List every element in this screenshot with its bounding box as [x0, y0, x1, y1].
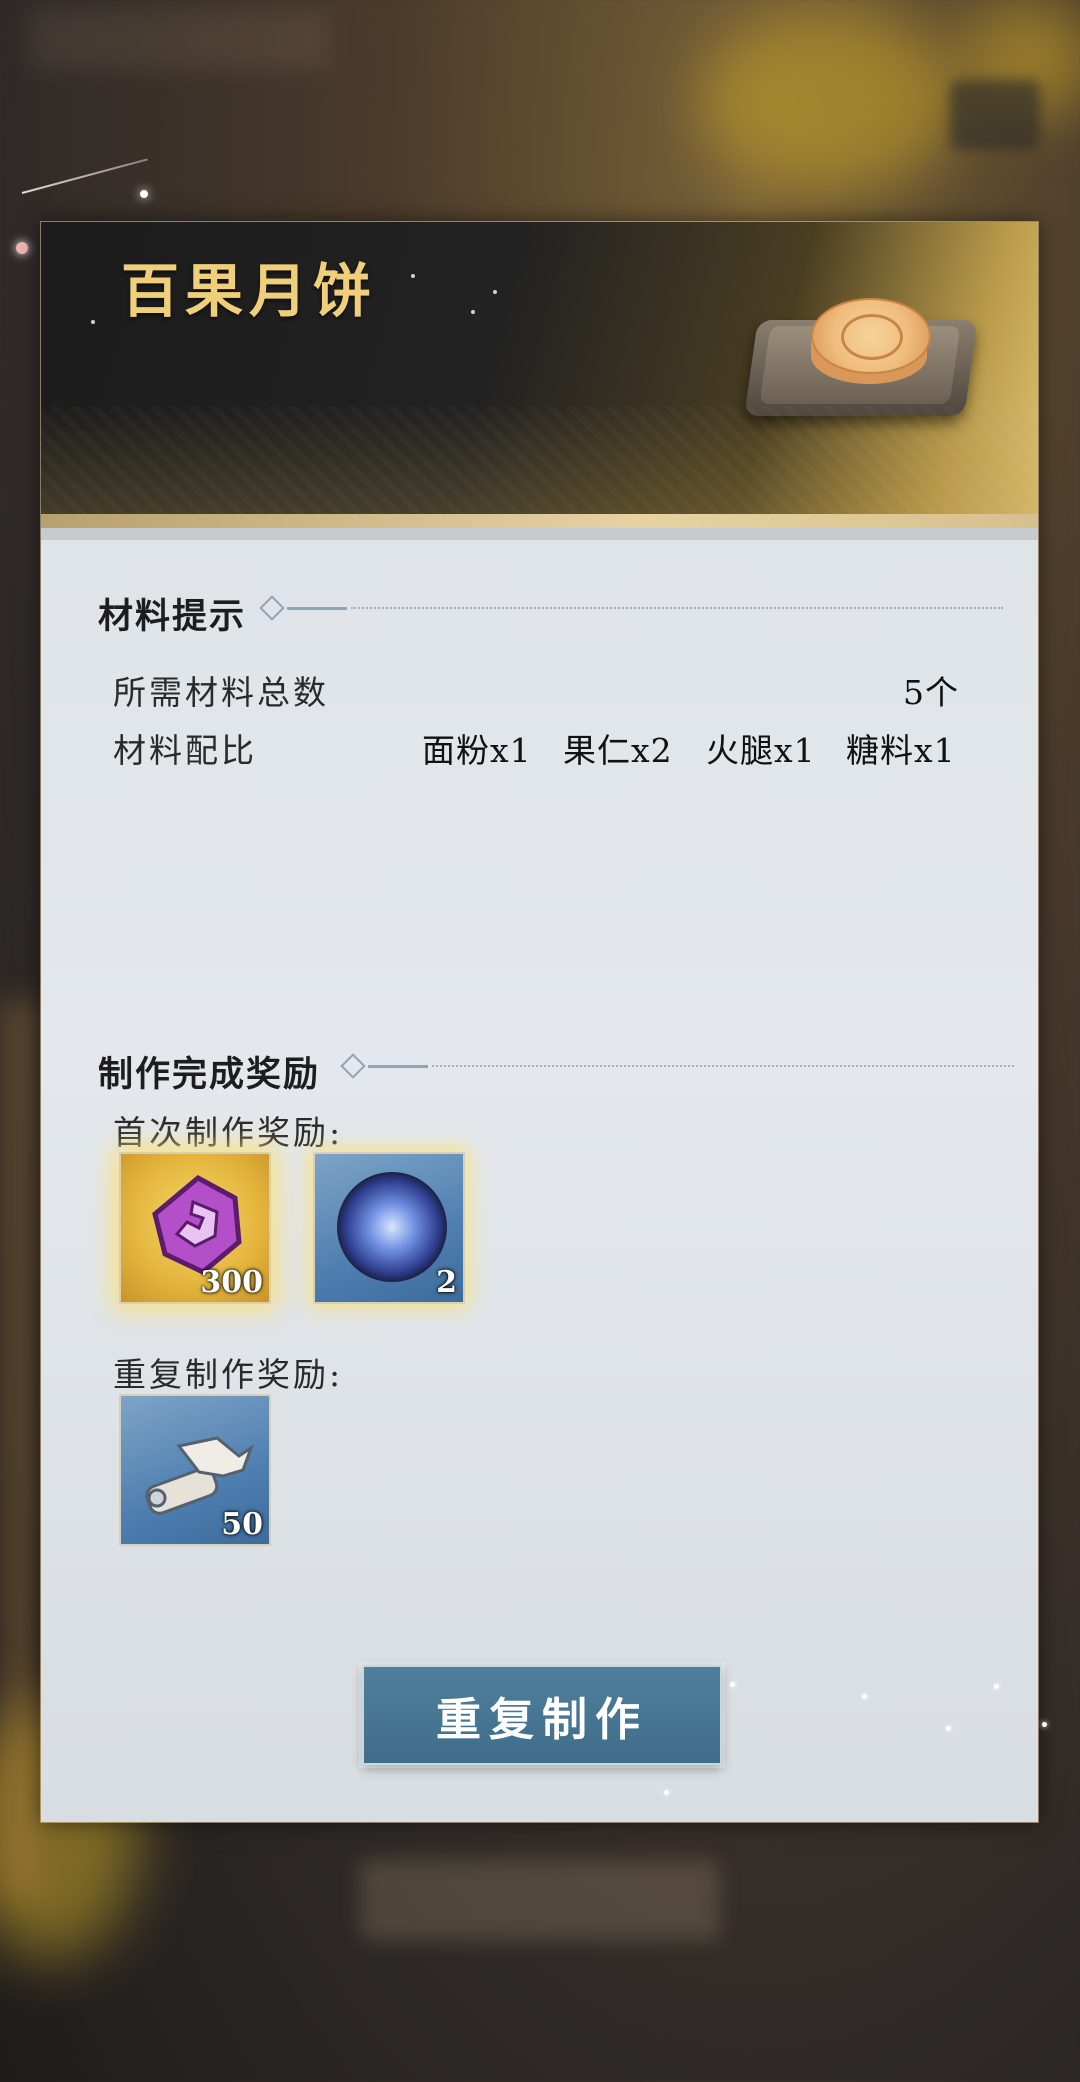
material-ratio-sugar: 糖料x1 — [846, 731, 956, 770]
materials-section-rule — [259, 595, 1003, 621]
material-ratio-flour: 面粉x1 — [422, 731, 532, 770]
reward-count: 300 — [200, 1265, 263, 1300]
star-dot — [16, 242, 28, 254]
blue-orb-icon — [337, 1172, 447, 1282]
total-materials-label: 所需材料总数 — [113, 673, 329, 712]
material-ratio-label: 材料配比 — [113, 731, 257, 770]
sparkle — [730, 1682, 735, 1687]
background-left-edge — [0, 1000, 40, 1900]
background-button-blur — [360, 1860, 720, 1940]
sparkle — [862, 1694, 867, 1699]
reward-item-scroll[interactable]: 50 — [119, 1394, 271, 1546]
material-ratio-nuts: 果仁x2 — [563, 731, 673, 770]
first-reward-label: 首次制作奖励: — [113, 1113, 344, 1152]
rewards-section-title: 制作完成奖励 — [98, 1054, 321, 1095]
sparkle — [994, 1684, 999, 1689]
header-divider — [41, 514, 1038, 528]
sparkle — [664, 1790, 669, 1795]
repeat-craft-button[interactable]: 重复制作 — [362, 1665, 722, 1765]
repeat-reward-label: 重复制作奖励: — [113, 1355, 344, 1394]
sparkle — [1042, 1722, 1047, 1727]
reward-item-crest[interactable]: 300 — [119, 1152, 271, 1304]
background-text-blur — [30, 10, 330, 70]
rewards-section-rule — [340, 1053, 1014, 1079]
star-dot — [140, 190, 148, 198]
total-materials-value: 5个 — [903, 673, 959, 712]
header-shadow — [41, 528, 1038, 540]
materials-section-title: 材料提示 — [98, 596, 247, 637]
star-line-decoration — [21, 158, 148, 194]
reward-count: 2 — [436, 1265, 457, 1300]
recipe-title: 百果月饼 — [121, 257, 378, 325]
recipe-body: 材料提示 所需材料总数 5个 材料配比 面粉x1 果仁x2 火腿x1 糖料x1 … — [41, 540, 1038, 1822]
sparkle — [411, 274, 415, 278]
sparkle — [471, 310, 475, 314]
reward-item-orb[interactable]: 2 — [313, 1152, 465, 1304]
sparkle — [493, 290, 497, 294]
background-flower — [700, 10, 960, 190]
sparkle — [946, 1726, 951, 1731]
recipe-header: 百果月饼 — [41, 222, 1038, 516]
material-ratio-ham: 火腿x1 — [706, 731, 816, 770]
sparkle — [91, 320, 95, 324]
reward-count: 50 — [221, 1507, 263, 1542]
background-corner-button — [950, 80, 1040, 150]
recipe-panel: 百果月饼 材料提示 所需材料总数 5个 材料配比 面粉x1 果仁x2 火腿x1 … — [40, 221, 1039, 1823]
